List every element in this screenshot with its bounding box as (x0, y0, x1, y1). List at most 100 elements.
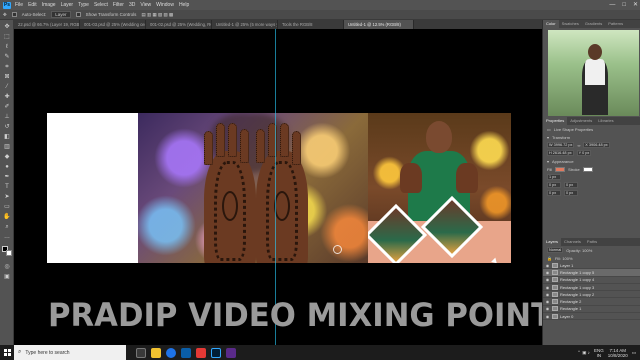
store-icon[interactable] (181, 347, 191, 358)
layer-row[interactable]: ◉ Rectangle 1 copy 2 (543, 291, 640, 299)
tab-paths[interactable]: Paths (584, 238, 600, 246)
close-button[interactable]: ✕ (633, 0, 638, 10)
blur-tool-icon[interactable]: ◆ (3, 154, 11, 161)
tab-gradients[interactable]: Gradients (582, 20, 605, 28)
stroke-width-field[interactable]: 1 px (547, 174, 561, 180)
healing-brush-icon[interactable]: ✚ (3, 94, 11, 101)
menu-view[interactable]: View (140, 2, 151, 8)
w-field[interactable]: W 3996.72 px (547, 142, 575, 148)
align-icons[interactable]: ▤ ▥ ▦ ▧ ▨ ▩ (141, 12, 173, 18)
document-tab[interactable]: 001-03.psd @ 25% (Wedding ceremony, RGB/… (80, 20, 146, 29)
eyedropper-tool-icon[interactable]: ⁄ (3, 84, 11, 91)
layer-row[interactable]: ◉ Rectangle 1 copy 4 (543, 277, 640, 284)
tab-libraries[interactable]: Libraries (595, 117, 616, 125)
menu-window[interactable]: Window (156, 2, 174, 8)
eye-icon[interactable]: ◉ (545, 314, 550, 319)
background-color[interactable] (6, 250, 12, 256)
document-tab[interactable]: 22.psd @ 66.7% (Layer 19, RGB/8) (14, 20, 80, 29)
photoshop-taskbar-icon[interactable] (211, 347, 221, 358)
menu-file[interactable]: File (15, 2, 23, 8)
eye-icon[interactable]: ◉ (545, 263, 550, 268)
minimize-button[interactable]: — (609, 0, 615, 10)
corner-field[interactable]: 0 px (564, 182, 578, 188)
tab-color[interactable]: Color (543, 20, 559, 28)
menu-select[interactable]: Select (94, 2, 108, 8)
maximize-button[interactable]: □ (622, 0, 626, 10)
frame-tool-icon[interactable]: ⊠ (3, 74, 11, 81)
document-tab-active[interactable]: Untitled-1 @ 12.5% (RGB/8) (344, 20, 414, 29)
brush-tool-icon[interactable]: ✐ (3, 104, 11, 111)
eraser-tool-icon[interactable]: ◧ (3, 134, 11, 141)
history-brush-icon[interactable]: ↺ (3, 124, 11, 131)
menu-edit[interactable]: Edit (28, 2, 37, 8)
tab-patterns[interactable]: Patterns (605, 20, 626, 28)
dodge-tool-icon[interactable]: ● (3, 164, 11, 171)
eye-icon[interactable]: ◉ (545, 270, 550, 275)
layer-row[interactable]: ◉ Rectangle 1 copy 3 (543, 284, 640, 292)
layer-row[interactable]: ◉ Layer 0 (543, 313, 640, 321)
document-tab[interactable]: 001-02.psd @ 25% (Wedding, RGB/8) (146, 20, 212, 29)
tray-icons[interactable]: ⌃ ▣ ♪ (577, 350, 590, 355)
document-tab[interactable]: Tools the RGB/8 (278, 20, 344, 29)
tab-adjustments[interactable]: Adjustments (567, 117, 595, 125)
fill-swatch[interactable] (555, 166, 566, 172)
app-icon[interactable] (196, 347, 206, 358)
move-tool-icon[interactable]: ✥ (3, 24, 11, 31)
album-spread[interactable] (47, 113, 511, 263)
task-view-icon[interactable] (136, 347, 146, 358)
file-explorer-icon[interactable] (151, 347, 161, 358)
move-tool-icon[interactable]: ✥ (3, 12, 7, 18)
layer-row[interactable]: ◉ Layer 1 (543, 262, 640, 270)
layer-select-dropdown[interactable]: Layer (51, 11, 71, 18)
taskbar-search[interactable]: ⌕ Type here to search (14, 345, 126, 360)
start-button[interactable] (0, 345, 14, 360)
layer-row[interactable]: ◉ Rectangle 1 (543, 306, 640, 314)
blend-mode-select[interactable]: Normal (547, 247, 564, 253)
menu-filter[interactable]: Filter (113, 2, 124, 8)
eye-icon[interactable]: ◉ (545, 277, 550, 282)
corner-field[interactable]: 0 px (547, 190, 561, 196)
premiere-icon[interactable] (226, 347, 236, 358)
tab-properties[interactable]: Properties (543, 117, 568, 125)
screen-mode-icon[interactable]: ▣ (3, 274, 11, 281)
y-field[interactable]: Y 0 px (576, 150, 592, 156)
tab-swatches[interactable]: Swatches (559, 20, 582, 28)
menu-3d[interactable]: 3D (129, 2, 135, 8)
menu-layer[interactable]: Layer (61, 2, 74, 8)
menu-help[interactable]: Help (179, 2, 189, 8)
lock-icon[interactable]: 🔒 (547, 256, 552, 261)
tab-layers[interactable]: Layers (543, 238, 562, 246)
auto-select-checkbox[interactable] (11, 12, 17, 17)
crop-tool-icon[interactable]: ⌗ (3, 64, 11, 71)
corner-field[interactable]: 0 px (547, 182, 561, 188)
language-indicator[interactable]: ENG IN (594, 348, 604, 358)
fill-field[interactable]: Fill: 100% (555, 256, 573, 261)
corner-field[interactable]: 0 px (564, 190, 578, 196)
clock[interactable]: 7:14 AM 10/8/2020 (608, 348, 628, 358)
eye-icon[interactable]: ◉ (545, 285, 550, 290)
more-tools-icon[interactable]: … (3, 234, 11, 241)
clone-stamp-icon[interactable]: ⊥ (3, 114, 11, 121)
chevron-down-icon[interactable]: ▾ (547, 159, 549, 164)
layer-row-selected[interactable]: ◉ Rectangle 1 copy 5 (543, 269, 640, 277)
tab-channels[interactable]: Channels (561, 238, 584, 246)
show-transform-checkbox[interactable] (75, 12, 81, 17)
notification-icon[interactable]: ▭ (632, 350, 636, 355)
gradient-tool-icon[interactable]: ▥ (3, 144, 11, 151)
h-field[interactable]: H 2616.48 px (547, 150, 574, 156)
quick-mask-icon[interactable]: ◎ (3, 264, 11, 271)
x-field[interactable]: X 3906.48 px (583, 142, 610, 148)
menu-type[interactable]: Type (78, 2, 89, 8)
pen-tool-icon[interactable]: ✒ (3, 174, 11, 181)
marquee-tool-icon[interactable]: ⬚ (3, 34, 11, 41)
lasso-tool-icon[interactable]: ℓ (3, 44, 11, 51)
menu-image[interactable]: Image (42, 2, 56, 8)
rectangle-tool-icon[interactable]: ▭ (3, 204, 11, 211)
type-tool-icon[interactable]: T (3, 184, 11, 191)
quick-select-tool-icon[interactable]: ✎ (3, 54, 11, 61)
document-tab[interactable]: Untitled-1 @ 25% (5 more ways you need..… (212, 20, 278, 29)
zoom-tool-icon[interactable]: ⌕ (3, 224, 11, 231)
chrome-icon[interactable] (166, 347, 176, 358)
eye-icon[interactable]: ◉ (545, 306, 550, 311)
layer-row[interactable]: ◉ Rectangle 2 (543, 298, 640, 306)
